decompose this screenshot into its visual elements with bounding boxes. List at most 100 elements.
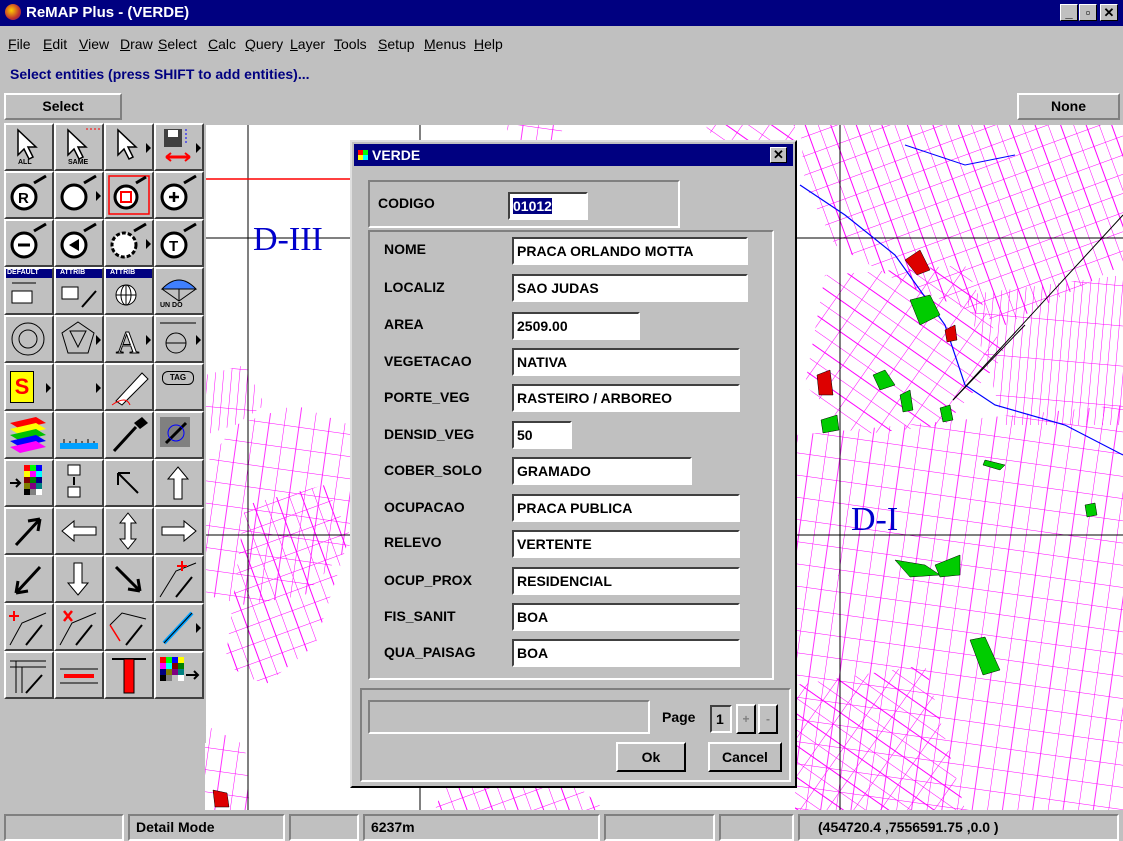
select-circle-tool[interactable]: [54, 171, 104, 219]
arrow-left-tool[interactable]: [54, 507, 104, 555]
pencil-tool[interactable]: [104, 363, 154, 411]
page-label: Page: [662, 709, 696, 725]
pattern-tool[interactable]: [154, 411, 204, 459]
field-cober-solo[interactable]: GRAMADO: [512, 457, 692, 485]
arrow-ne-tool[interactable]: [4, 507, 54, 555]
default-attrib-tool[interactable]: DEFAULT: [4, 267, 54, 315]
color-palette-tool[interactable]: [4, 459, 54, 507]
draw-circle-tool[interactable]: [4, 315, 54, 363]
menu-view[interactable]: View: [79, 36, 109, 52]
menu-tools[interactable]: Tools: [334, 36, 367, 52]
menu-layer[interactable]: Layer: [290, 36, 325, 52]
attrib-edit-tool[interactable]: ATTRIB: [54, 267, 104, 315]
menu-setup[interactable]: Setup: [378, 36, 415, 52]
window-title: ReMAP Plus - (VERDE): [26, 4, 190, 21]
add-select-tool[interactable]: [154, 171, 204, 219]
field-vegetacao[interactable]: NATIVA: [512, 348, 740, 376]
tool-palette: ALL SAME R T DEFAULT ATTRIB ATTRIB UN DO…: [4, 123, 206, 743]
message-area: [368, 700, 650, 734]
symbol-tool[interactable]: S: [4, 363, 54, 411]
menu-select[interactable]: Select: [158, 36, 197, 52]
layers-tool[interactable]: [4, 411, 54, 459]
delete-vertex-tool[interactable]: [54, 603, 104, 651]
attrib-global-tool[interactable]: ATTRIB: [104, 267, 154, 315]
field-ocupacao[interactable]: PRACA PUBLICA: [512, 494, 740, 522]
line-style-tool[interactable]: [154, 603, 204, 651]
field-ocup-prox[interactable]: RESIDENCIAL: [512, 567, 740, 595]
arrow-se-tool[interactable]: [104, 555, 154, 603]
select-text-tool[interactable]: T: [154, 219, 204, 267]
arrow-down-tool[interactable]: [54, 555, 104, 603]
close-button[interactable]: ✕: [1100, 4, 1118, 21]
maximize-button[interactable]: ▫: [1079, 4, 1097, 21]
menu-edit[interactable]: Edit: [43, 36, 67, 52]
ruler-tool[interactable]: [54, 411, 104, 459]
status-cell-1: [4, 814, 124, 841]
select-previous-tool[interactable]: [54, 219, 104, 267]
add-vertex-tool[interactable]: [154, 555, 204, 603]
offset-line-tool[interactable]: [4, 651, 54, 699]
field-label-vegetacao: VEGETACAO: [384, 353, 472, 369]
select-all-tool[interactable]: ALL: [4, 123, 54, 171]
dialog-title: VERDE: [372, 147, 421, 163]
menu-help[interactable]: Help: [474, 36, 503, 52]
field-densid-veg[interactable]: 50: [512, 421, 572, 449]
arrow-right-tool[interactable]: [154, 507, 204, 555]
tag-tool[interactable]: TAG: [154, 363, 204, 411]
page-next-button[interactable]: +: [736, 704, 756, 734]
select-same-tool[interactable]: SAME: [54, 123, 104, 171]
field-porte-veg[interactable]: RASTEIRO / ARBOREO: [512, 384, 740, 412]
hline-tool[interactable]: [54, 651, 104, 699]
svg-text:A: A: [116, 324, 139, 360]
field-fis-sanit[interactable]: BOA: [512, 603, 740, 631]
status-scale: 6237m: [363, 814, 600, 841]
field-label-ocup-prox: OCUP_PROX: [384, 572, 472, 588]
map-label-d3: D-III: [253, 221, 323, 258]
status-coordinates: (454720.4 ,7556591.75 ,0.0 ): [798, 814, 1119, 841]
arrow-up-tool[interactable]: [154, 459, 204, 507]
remove-select-tool[interactable]: [4, 219, 54, 267]
insert-vertex-tool[interactable]: [4, 603, 54, 651]
menu-menus[interactable]: Menus: [424, 36, 466, 52]
draw-text-tool[interactable]: A: [104, 315, 154, 363]
arrow-nw-tool[interactable]: [104, 459, 154, 507]
menu-draw[interactable]: Draw: [120, 36, 153, 52]
dialog-icon: [358, 150, 368, 160]
select-window-tool[interactable]: [104, 171, 154, 219]
codigo-label: CODIGO: [378, 195, 435, 211]
menu-file[interactable]: File: [8, 36, 31, 52]
page-number-field[interactable]: 1: [710, 705, 732, 733]
undo-tool[interactable]: UN DO: [154, 267, 204, 315]
svg-text:R: R: [18, 190, 29, 207]
save-tool[interactable]: [154, 123, 204, 171]
attrib-transfer-tool[interactable]: [54, 459, 104, 507]
dimension-tool[interactable]: [154, 315, 204, 363]
status-cell-3: [289, 814, 359, 841]
cancel-button[interactable]: Cancel: [708, 742, 782, 772]
field-localiz[interactable]: SAO JUDAS: [512, 274, 748, 302]
select-fence-tool[interactable]: [104, 219, 154, 267]
select-pointer-tool[interactable]: [104, 123, 154, 171]
arrow-sw-tool[interactable]: [4, 555, 54, 603]
arrow-updown-tool[interactable]: [104, 507, 154, 555]
minimize-button[interactable]: _: [1060, 4, 1078, 21]
ok-button[interactable]: Ok: [616, 742, 686, 772]
field-area[interactable]: 2509.00: [512, 312, 640, 340]
page-prev-button[interactable]: -: [758, 704, 778, 734]
blank-tool[interactable]: [54, 363, 104, 411]
move-vertex-tool[interactable]: [104, 603, 154, 651]
field-qua-paisag[interactable]: BOA: [512, 639, 740, 667]
menu-query[interactable]: Query: [245, 36, 283, 52]
color-export-tool[interactable]: [154, 651, 204, 699]
field-nome[interactable]: PRACA ORLANDO MOTTA: [512, 237, 748, 265]
select-region-tool[interactable]: R: [4, 171, 54, 219]
field-relevo[interactable]: VERTENTE: [512, 530, 740, 558]
dialog-title-bar[interactable]: VERDE ✕: [354, 144, 793, 166]
eyedropper-tool[interactable]: [104, 411, 154, 459]
codigo-field[interactable]: 01012: [508, 192, 588, 220]
vline-tool[interactable]: [104, 651, 154, 699]
dialog-close-button[interactable]: ✕: [770, 147, 787, 163]
app-icon[interactable]: [5, 4, 21, 20]
draw-polygon-tool[interactable]: [54, 315, 104, 363]
menu-calc[interactable]: Calc: [208, 36, 236, 52]
